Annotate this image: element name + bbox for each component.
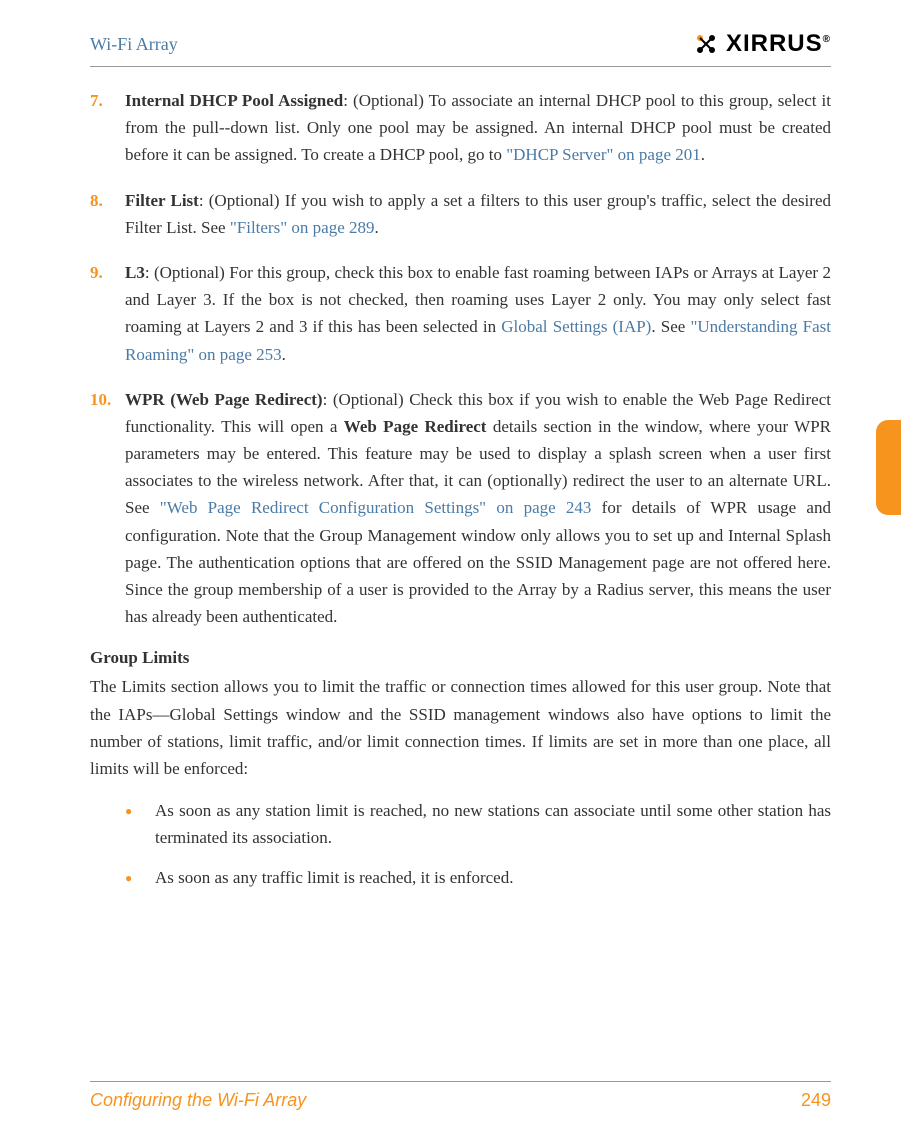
item-text: . bbox=[282, 345, 286, 364]
page-container: Wi-Fi Array XIRRUS® 7. Internal DHCP Poo… bbox=[0, 0, 901, 1136]
logo-registered: ® bbox=[823, 34, 831, 45]
bullet-icon: ● bbox=[125, 864, 155, 891]
list-content: WPR (Web Page Redirect): (Optional) Chec… bbox=[125, 386, 831, 631]
list-item-10: 10. WPR (Web Page Redirect): (Optional) … bbox=[90, 386, 831, 631]
item-label: WPR (Web Page Redirect) bbox=[125, 390, 323, 409]
link-filters[interactable]: "Filters" on page 289 bbox=[230, 218, 375, 237]
list-item-7: 7. Internal DHCP Pool Assigned: (Optiona… bbox=[90, 87, 831, 169]
list-content: Filter List: (Optional) If you wish to a… bbox=[125, 187, 831, 241]
bullet-text: As soon as any traffic limit is reached,… bbox=[155, 864, 831, 891]
item-bold: Web Page Redirect bbox=[344, 417, 487, 436]
item-label: L3 bbox=[125, 263, 145, 282]
list-item-9: 9. L3: (Optional) For this group, check … bbox=[90, 259, 831, 368]
section-paragraph: The Limits section allows you to limit t… bbox=[90, 673, 831, 782]
list-number: 7. bbox=[90, 87, 125, 169]
list-content: L3: (Optional) For this group, check thi… bbox=[125, 259, 831, 368]
list-number: 8. bbox=[90, 187, 125, 241]
list-item-8: 8. Filter List: (Optional) If you wish t… bbox=[90, 187, 831, 241]
bullet-item: ● As soon as any station limit is reache… bbox=[125, 797, 831, 851]
footer-section-title: Configuring the Wi-Fi Array bbox=[90, 1090, 306, 1111]
bullet-item: ● As soon as any traffic limit is reache… bbox=[125, 864, 831, 891]
item-text: for details of WPR usage and configurati… bbox=[125, 498, 831, 626]
list-number: 9. bbox=[90, 259, 125, 368]
item-text: . bbox=[701, 145, 705, 164]
section-heading: Group Limits bbox=[90, 648, 831, 668]
list-number: 10. bbox=[90, 386, 125, 631]
link-global-settings[interactable]: Global Settings (IAP) bbox=[501, 317, 651, 336]
link-dhcp-server[interactable]: "DHCP Server" on page 201 bbox=[506, 145, 701, 164]
bullet-text: As soon as any station limit is reached,… bbox=[155, 797, 831, 851]
item-label: Internal DHCP Pool Assigned bbox=[125, 91, 343, 110]
brand-logo: XIRRUS® bbox=[694, 30, 831, 58]
header-title: Wi-Fi Array bbox=[90, 34, 178, 55]
footer-page-number: 249 bbox=[801, 1090, 831, 1111]
bullet-icon: ● bbox=[125, 797, 155, 851]
page-header: Wi-Fi Array XIRRUS® bbox=[90, 30, 831, 67]
link-wpr-config[interactable]: "Web Page Redirect Configuration Setting… bbox=[160, 498, 592, 517]
page-footer: Configuring the Wi-Fi Array 249 bbox=[90, 1081, 831, 1111]
item-text: . See bbox=[651, 317, 690, 336]
list-content: Internal DHCP Pool Assigned: (Optional) … bbox=[125, 87, 831, 169]
item-text: . bbox=[375, 218, 379, 237]
item-label: Filter List bbox=[125, 191, 199, 210]
side-tab-indicator bbox=[876, 420, 901, 515]
logo-text: XIRRUS® bbox=[726, 30, 831, 58]
logo-icon bbox=[694, 32, 724, 56]
